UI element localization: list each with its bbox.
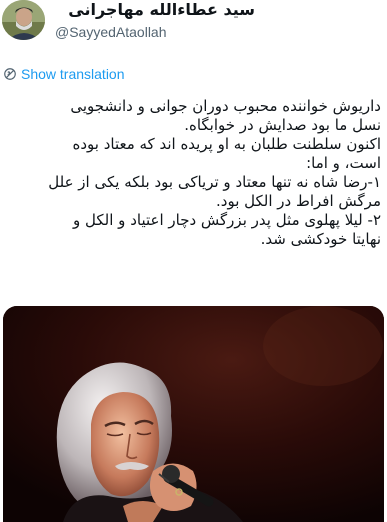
show-translation-button[interactable]: Show translation xyxy=(3,64,125,84)
avatar[interactable] xyxy=(2,0,45,40)
tweet-text: داریوش خواننده محبوب دوران جوانی و دانشج… xyxy=(4,97,381,249)
tweet-line: نهایتا خودکشی شد. xyxy=(260,230,381,248)
translate-icon xyxy=(4,68,16,80)
tweet: سید عطاءالله مهاجرانی @SayyedAtaollah Sh… xyxy=(0,0,387,522)
tweet-line: نسل ما بود صدایش در خوابگاه. xyxy=(184,116,381,134)
tweet-line: ۲- لیلا پهلوی مثل پدر بزرگش دچار اعتیاد … xyxy=(73,211,381,229)
tweet-photo[interactable] xyxy=(3,306,384,522)
tweet-line: مرگش افراط در الکل بود. xyxy=(216,192,381,210)
user-handle[interactable]: @SayyedAtaollah xyxy=(55,23,167,41)
tweet-line: ۱-رضا شاه نه تنها معتاد و تریاکی بود بلک… xyxy=(48,173,381,191)
tweet-line: است، و اما: xyxy=(306,154,381,172)
show-translation-label: Show translation xyxy=(21,66,125,82)
tweet-line: اکنون سلطنت طلبان به او پریده اند که معت… xyxy=(72,135,381,153)
tweet-line: داریوش خواننده محبوب دوران جوانی و دانشج… xyxy=(70,97,381,115)
avatar-image xyxy=(2,0,45,40)
display-name[interactable]: سید عطاءالله مهاجرانی xyxy=(55,1,255,19)
concert-singer-photo xyxy=(3,306,384,522)
tweet-header: سید عطاءالله مهاجرانی @SayyedAtaollah xyxy=(0,0,387,46)
